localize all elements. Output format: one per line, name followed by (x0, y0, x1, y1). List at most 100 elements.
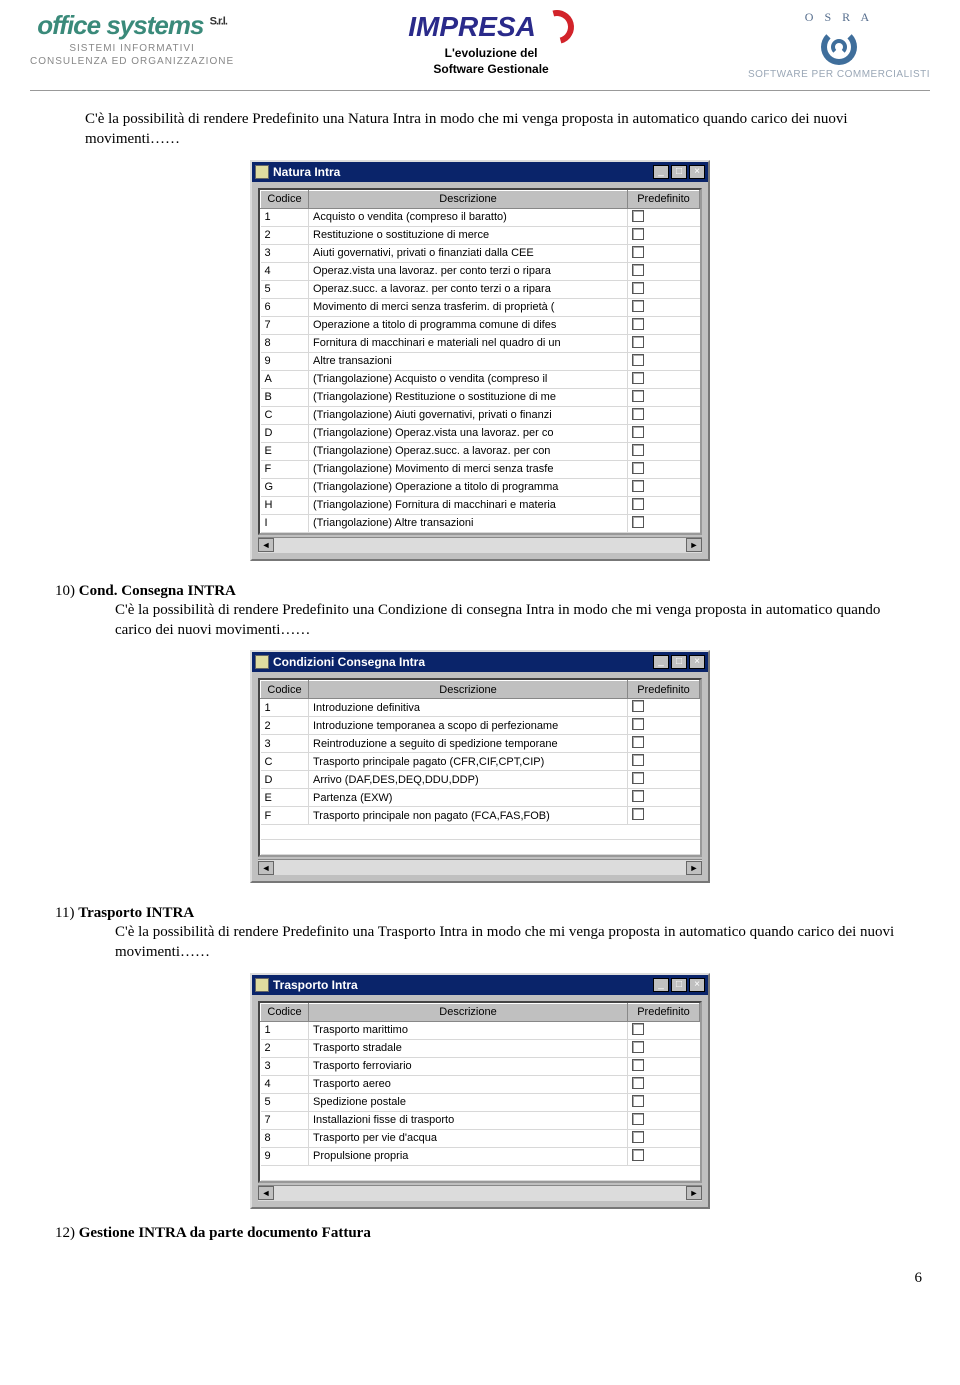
table-row[interactable]: EPartenza (EXW) (261, 789, 700, 807)
scroll-right-button[interactable]: ► (686, 861, 702, 875)
cell-predefinito[interactable] (628, 1057, 700, 1075)
table-row[interactable]: 2Trasporto stradale (261, 1039, 700, 1057)
cell-predefinito[interactable] (628, 496, 700, 514)
table-row[interactable]: 4Trasporto aereo (261, 1075, 700, 1093)
col-descrizione[interactable]: Descrizione (309, 1003, 628, 1021)
col-descrizione[interactable]: Descrizione (309, 190, 628, 208)
cell-predefinito[interactable] (628, 807, 700, 825)
checkbox-icon[interactable] (632, 1023, 644, 1035)
table-row[interactable]: F(Triangolazione) Movimento di merci sen… (261, 460, 700, 478)
checkbox-icon[interactable] (632, 408, 644, 420)
table-row[interactable]: 8Fornitura di macchinari e materiali nel… (261, 334, 700, 352)
scroll-right-button[interactable]: ► (686, 1186, 702, 1200)
table-row[interactable]: 5Spedizione postale (261, 1093, 700, 1111)
cell-predefinito[interactable] (628, 352, 700, 370)
checkbox-icon[interactable] (632, 228, 644, 240)
checkbox-icon[interactable] (632, 210, 644, 222)
cell-predefinito[interactable] (628, 460, 700, 478)
table-row[interactable]: B(Triangolazione) Restituzione o sostitu… (261, 388, 700, 406)
col-codice[interactable]: Codice (261, 190, 309, 208)
cell-predefinito[interactable] (628, 316, 700, 334)
close-button[interactable]: × (689, 165, 705, 179)
cell-predefinito[interactable] (628, 753, 700, 771)
cell-predefinito[interactable] (628, 1075, 700, 1093)
maximize-button[interactable]: □ (671, 978, 687, 992)
table-row[interactable]: 5Operaz.succ. a lavoraz. per conto terzi… (261, 280, 700, 298)
maximize-button[interactable]: □ (671, 655, 687, 669)
table-row[interactable]: 8Trasporto per vie d'acqua (261, 1129, 700, 1147)
table-row[interactable]: I(Triangolazione) Altre transazioni (261, 514, 700, 532)
table-row[interactable]: 2Introduzione temporanea a scopo di perf… (261, 717, 700, 735)
checkbox-icon[interactable] (632, 264, 644, 276)
checkbox-icon[interactable] (632, 736, 644, 748)
cell-predefinito[interactable] (628, 478, 700, 496)
checkbox-icon[interactable] (632, 1113, 644, 1125)
table-row[interactable]: FTrasporto principale non pagato (FCA,FA… (261, 807, 700, 825)
cell-predefinito[interactable] (628, 370, 700, 388)
cell-predefinito[interactable] (628, 1147, 700, 1165)
checkbox-icon[interactable] (632, 808, 644, 820)
checkbox-icon[interactable] (632, 718, 644, 730)
cell-predefinito[interactable] (628, 771, 700, 789)
cell-predefinito[interactable] (628, 1111, 700, 1129)
checkbox-icon[interactable] (632, 426, 644, 438)
col-descrizione[interactable]: Descrizione (309, 681, 628, 699)
cell-predefinito[interactable] (628, 280, 700, 298)
cell-predefinito[interactable] (628, 244, 700, 262)
cell-predefinito[interactable] (628, 226, 700, 244)
cell-predefinito[interactable] (628, 514, 700, 532)
scroll-left-button[interactable]: ◄ (258, 538, 274, 552)
table-row[interactable]: D(Triangolazione) Operaz.vista una lavor… (261, 424, 700, 442)
maximize-button[interactable]: □ (671, 165, 687, 179)
checkbox-icon[interactable] (632, 480, 644, 492)
h-scrollbar[interactable]: ◄ ► (258, 1185, 702, 1201)
cell-predefinito[interactable] (628, 442, 700, 460)
table-row[interactable]: 7Operazione a titolo di programma comune… (261, 316, 700, 334)
titlebar[interactable]: Natura Intra _ □ × (252, 162, 708, 182)
cell-predefinito[interactable] (628, 298, 700, 316)
minimize-button[interactable]: _ (653, 978, 669, 992)
table-row[interactable]: H(Triangolazione) Fornitura di macchinar… (261, 496, 700, 514)
cell-predefinito[interactable] (628, 388, 700, 406)
checkbox-icon[interactable] (632, 1149, 644, 1161)
table-row[interactable]: A(Triangolazione) Acquisto o vendita (co… (261, 370, 700, 388)
table-row[interactable]: 3Trasporto ferroviario (261, 1057, 700, 1075)
table-row[interactable]: 3Reintroduzione a seguito di spedizione … (261, 735, 700, 753)
table-row[interactable]: 1Trasporto marittimo (261, 1021, 700, 1039)
h-scrollbar[interactable]: ◄ ► (258, 859, 702, 875)
checkbox-icon[interactable] (632, 372, 644, 384)
table-row[interactable]: 7Installazioni fisse di trasporto (261, 1111, 700, 1129)
checkbox-icon[interactable] (632, 1041, 644, 1053)
titlebar[interactable]: Condizioni Consegna Intra _ □ × (252, 652, 708, 672)
checkbox-icon[interactable] (632, 1095, 644, 1107)
table-row[interactable]: 9Altre transazioni (261, 352, 700, 370)
col-predefinito[interactable]: Predefinito (628, 1003, 700, 1021)
cell-predefinito[interactable] (628, 789, 700, 807)
table-row[interactable]: 1Introduzione definitiva (261, 699, 700, 717)
cell-predefinito[interactable] (628, 424, 700, 442)
cell-predefinito[interactable] (628, 699, 700, 717)
close-button[interactable]: × (689, 655, 705, 669)
checkbox-icon[interactable] (632, 516, 644, 528)
checkbox-icon[interactable] (632, 444, 644, 456)
cell-predefinito[interactable] (628, 1039, 700, 1057)
checkbox-icon[interactable] (632, 1059, 644, 1071)
checkbox-icon[interactable] (632, 282, 644, 294)
checkbox-icon[interactable] (632, 462, 644, 474)
checkbox-icon[interactable] (632, 754, 644, 766)
close-button[interactable]: × (689, 978, 705, 992)
table-row[interactable]: DArrivo (DAF,DES,DEQ,DDU,DDP) (261, 771, 700, 789)
checkbox-icon[interactable] (632, 246, 644, 258)
table-row[interactable]: E(Triangolazione) Operaz.succ. a lavoraz… (261, 442, 700, 460)
col-codice[interactable]: Codice (261, 681, 309, 699)
scroll-right-button[interactable]: ► (686, 538, 702, 552)
checkbox-icon[interactable] (632, 300, 644, 312)
cell-predefinito[interactable] (628, 262, 700, 280)
table-row[interactable]: G(Triangolazione) Operazione a titolo di… (261, 478, 700, 496)
table-row[interactable]: 1Acquisto o vendita (compreso il baratto… (261, 208, 700, 226)
cell-predefinito[interactable] (628, 1093, 700, 1111)
checkbox-icon[interactable] (632, 336, 644, 348)
checkbox-icon[interactable] (632, 700, 644, 712)
checkbox-icon[interactable] (632, 772, 644, 784)
cell-predefinito[interactable] (628, 735, 700, 753)
